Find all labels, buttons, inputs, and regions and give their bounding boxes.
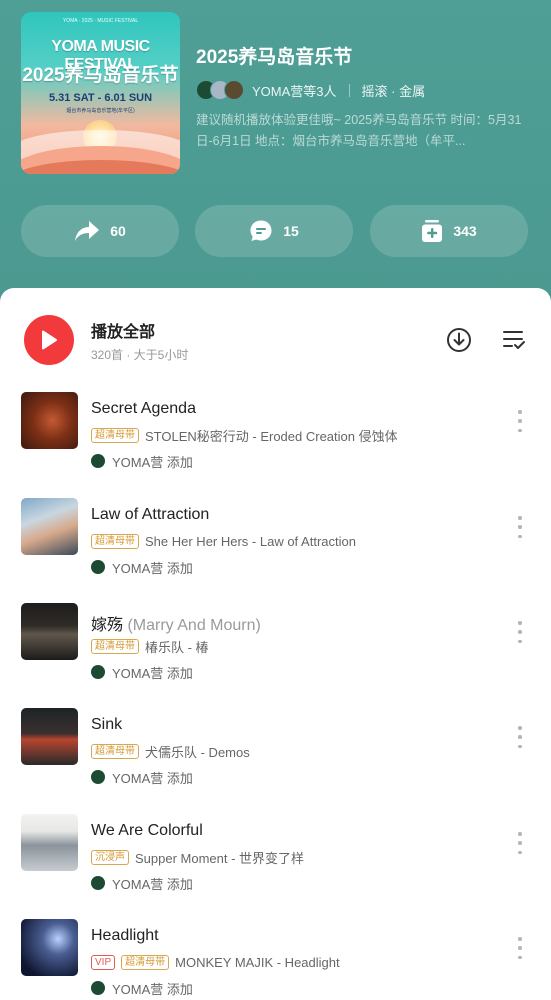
track-title: Law of Attraction bbox=[91, 506, 209, 524]
artist-album: STOLEN秘密行动 - Eroded Creation 侵蚀体 bbox=[145, 428, 398, 444]
playlist-description[interactable]: 建议随机播放体验更佳哦~ 2025养马岛音乐节 时间：5月31日-6月1日 地点… bbox=[196, 110, 536, 152]
track-row[interactable]: We Are Colorful 沉浸声 Supper Moment - 世界变了… bbox=[0, 814, 551, 914]
track-row[interactable]: Sink 超清母带 犬儒乐队 - Demos YOMA营 添加 bbox=[0, 708, 551, 808]
album-art bbox=[21, 392, 78, 449]
track-subtitle-row: VIP 超清母带 MONKEY MAJIK - Headlight bbox=[91, 953, 340, 971]
play-all-button[interactable] bbox=[24, 315, 74, 365]
track-count-meta: 320首 · 大于5小时 bbox=[91, 348, 189, 362]
adder-avatar bbox=[91, 876, 105, 890]
play-all-label[interactable]: 播放全部 bbox=[91, 318, 155, 342]
artist-album: MONKEY MAJIK - Headlight bbox=[175, 954, 340, 970]
track-row[interactable]: Law of Attraction 超清母带 She Her Her Hers … bbox=[0, 498, 551, 598]
track-title-text: 嫁殇 bbox=[91, 617, 124, 634]
added-by: YOMA营 添加 bbox=[112, 665, 193, 681]
genre-tags[interactable]: 摇滚 · 金属 bbox=[362, 81, 426, 100]
track-title: Sink bbox=[91, 716, 122, 734]
added-by-row: YOMA营 添加 bbox=[91, 452, 193, 470]
playlist-cover[interactable]: YOMA · 2025 · MUSIC FESTIVAL YOMA MUSIC … bbox=[21, 12, 180, 174]
collect-button[interactable]: 343 bbox=[370, 205, 528, 257]
play-icon bbox=[42, 330, 57, 350]
cover-small-text: YOMA · 2025 · MUSIC FESTIVAL bbox=[62, 18, 139, 24]
track-title-text: Secret Agenda bbox=[91, 400, 196, 417]
comment-count: 15 bbox=[283, 223, 299, 239]
collect-plus-icon bbox=[422, 220, 443, 242]
added-by-row: YOMA营 添加 bbox=[91, 663, 193, 681]
adder-avatar bbox=[91, 981, 105, 995]
track-subtitle-row: 超清母带 椿乐队 - 椿 bbox=[91, 637, 209, 655]
track-title-text: Law of Attraction bbox=[91, 506, 210, 523]
track-row[interactable]: 嫁殇 (Marry And Mourn) 超清母带 椿乐队 - 椿 YOMA营 … bbox=[0, 603, 551, 703]
share-button[interactable]: 60 bbox=[21, 205, 179, 257]
adder-avatar bbox=[91, 454, 105, 468]
added-by: YOMA营 添加 bbox=[112, 981, 193, 997]
track-title: 嫁殇 (Marry And Mourn) bbox=[91, 611, 261, 635]
track-row[interactable]: Headlight VIP 超清母带 MONKEY MAJIK - Headli… bbox=[0, 919, 551, 1000]
creator-row[interactable]: YOMA营等3人 摇滚 · 金属 bbox=[196, 79, 425, 101]
artist-album: Supper Moment - 世界变了样 bbox=[135, 850, 305, 866]
track-title-text: We Are Colorful bbox=[91, 822, 203, 839]
adder-avatar bbox=[91, 560, 105, 574]
more-options-icon[interactable] bbox=[516, 410, 524, 432]
added-by-row: YOMA营 添加 bbox=[91, 874, 193, 892]
collect-count: 343 bbox=[453, 223, 477, 239]
quality-badge: 沉浸声 bbox=[91, 849, 129, 865]
artist-album: 椿乐队 - 椿 bbox=[145, 639, 209, 655]
more-options-icon[interactable] bbox=[516, 516, 524, 538]
share-count: 60 bbox=[110, 223, 126, 239]
multiselect-icon[interactable] bbox=[502, 329, 526, 351]
added-by-row: YOMA营 添加 bbox=[91, 979, 193, 997]
track-row[interactable]: Secret Agenda 超清母带 STOLEN秘密行动 - Eroded C… bbox=[0, 392, 551, 492]
added-by: YOMA营 添加 bbox=[112, 454, 193, 470]
playlist-header: YOMA · 2025 · MUSIC FESTIVAL YOMA MUSIC … bbox=[0, 0, 551, 300]
track-title-text: Headlight bbox=[91, 927, 159, 944]
more-options-icon[interactable] bbox=[516, 726, 524, 748]
added-by: YOMA营 添加 bbox=[112, 876, 193, 892]
quality-badge: 超清母带 bbox=[91, 638, 139, 654]
track-subtitle-row: 超清母带 She Her Her Hers - Law of Attractio… bbox=[91, 532, 356, 550]
track-title: Secret Agenda bbox=[91, 400, 196, 418]
adder-avatar bbox=[91, 665, 105, 679]
cover-title-cn: 2025养马岛音乐节 bbox=[22, 65, 179, 86]
added-by: YOMA营 添加 bbox=[112, 560, 193, 576]
more-options-icon[interactable] bbox=[516, 937, 524, 959]
avatar bbox=[224, 80, 244, 100]
quality-badge: 超清母带 bbox=[121, 954, 170, 970]
quality-badge: 超清母带 bbox=[91, 533, 139, 549]
added-by-row: YOMA营 添加 bbox=[91, 558, 193, 576]
track-title-text: Sink bbox=[91, 716, 123, 733]
divider bbox=[348, 83, 350, 97]
creator-name[interactable]: YOMA营等3人 bbox=[252, 81, 337, 100]
playlist-title: 2025养马岛音乐节 bbox=[196, 47, 353, 68]
comment-icon bbox=[250, 220, 272, 241]
creator-avatars[interactable] bbox=[196, 80, 244, 100]
track-subtitle-row: 沉浸声 Supper Moment - 世界变了样 bbox=[91, 848, 304, 866]
album-art bbox=[21, 603, 78, 660]
adder-avatar bbox=[91, 770, 105, 784]
artist-album: She Her Her Hers - Law of Attraction bbox=[145, 533, 356, 549]
quality-badge: 超清母带 bbox=[91, 743, 139, 759]
share-icon bbox=[75, 221, 100, 241]
album-art bbox=[21, 919, 78, 976]
track-title: Headlight bbox=[91, 927, 159, 945]
more-options-icon[interactable] bbox=[516, 832, 524, 854]
cover-location: 烟台市养马岛音乐营地(牟平区) bbox=[66, 108, 135, 114]
track-list-sheet: 播放全部 320首 · 大于5小时 Secret Agenda 超清母带 STO… bbox=[0, 288, 551, 1000]
track-subtitle-row: 超清母带 犬儒乐队 - Demos bbox=[91, 742, 250, 760]
album-art bbox=[21, 708, 78, 765]
comment-button[interactable]: 15 bbox=[195, 205, 353, 257]
album-art bbox=[21, 814, 78, 871]
track-subtitle-row: 超清母带 STOLEN秘密行动 - Eroded Creation 侵蚀体 bbox=[91, 426, 398, 444]
album-art bbox=[21, 498, 78, 555]
download-icon[interactable] bbox=[446, 327, 472, 353]
cover-dates: 5.31 SAT - 6.01 SUN bbox=[48, 92, 153, 104]
artist-album: 犬儒乐队 - Demos bbox=[145, 744, 250, 760]
more-options-icon[interactable] bbox=[516, 621, 524, 643]
added-by: YOMA营 添加 bbox=[112, 770, 193, 786]
vip-badge: VIP bbox=[91, 954, 116, 970]
added-by-row: YOMA营 添加 bbox=[91, 768, 193, 786]
track-alt-title: (Marry And Mourn) bbox=[127, 617, 261, 634]
quality-badge: 超清母带 bbox=[91, 427, 139, 443]
track-title: We Are Colorful bbox=[91, 822, 203, 840]
